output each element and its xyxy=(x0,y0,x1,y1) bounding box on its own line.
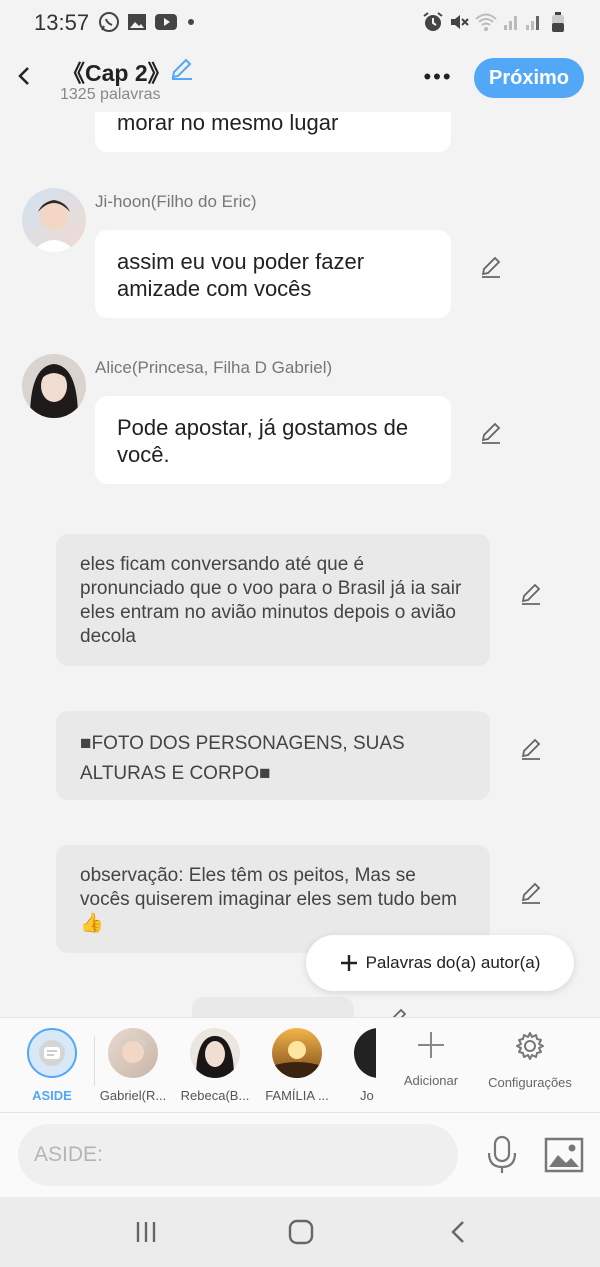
message-text: assim eu vou poder fazer amizade com voc… xyxy=(117,249,365,301)
message-input[interactable] xyxy=(18,1124,458,1186)
next-button[interactable]: Próximo xyxy=(474,58,584,98)
system-nav-bar xyxy=(0,1197,600,1267)
narration-text: eles ficam conversando até que é pronunc… xyxy=(80,554,462,647)
avatar xyxy=(190,1028,240,1078)
pencil-icon xyxy=(521,738,541,760)
status-bar: 13:57 xyxy=(0,0,600,44)
edit-message-button[interactable] xyxy=(478,253,504,279)
message-bubble[interactable]: morar no mesmo lugar xyxy=(95,112,451,152)
pencil-icon xyxy=(521,882,541,904)
chat-area[interactable]: morar no mesmo lugar Ji-hoon(Filho do Er… xyxy=(0,112,600,1017)
narration-block[interactable]: eles ficam conversando até que é pronunc… xyxy=(56,534,490,666)
plus-icon xyxy=(418,1032,444,1058)
avatar xyxy=(108,1028,158,1078)
microphone-icon xyxy=(487,1135,517,1173)
input-bar xyxy=(0,1113,600,1197)
word-count: 1325 palavras xyxy=(60,86,161,103)
avatar xyxy=(354,1028,376,1078)
narration-text: ■FOTO DOS PERSONAGENS, SUAS ALTURAS E CO… xyxy=(80,733,405,784)
message-text: morar no mesmo lugar xyxy=(117,112,339,135)
narration-block[interactable]: ■FOTO DOS PERSONAGENS, SUAS ALTURAS E CO… xyxy=(56,711,490,800)
add-character-button[interactable]: Adicionar xyxy=(396,1030,466,1088)
narration-block[interactable] xyxy=(192,997,354,1017)
microphone-button[interactable] xyxy=(484,1135,520,1175)
aside-icon xyxy=(39,1040,65,1066)
author-words-label: Palavras do(a) autor(a) xyxy=(365,953,541,972)
alarm-icon xyxy=(422,11,444,33)
pencil-icon xyxy=(392,1008,407,1017)
speaker-name: Ji-hoon(Filho do Eric) xyxy=(95,192,257,211)
mute-icon xyxy=(448,11,470,33)
signal-2-icon xyxy=(523,11,543,33)
home-button[interactable] xyxy=(281,1217,321,1247)
chevron-left-icon xyxy=(18,67,29,85)
gallery-icon xyxy=(127,11,147,33)
battery-icon xyxy=(550,11,566,33)
recent-apps-icon xyxy=(136,1222,156,1242)
message-bubble[interactable]: assim eu vou poder fazer amizade com voc… xyxy=(95,230,451,318)
message-bubble[interactable]: Pode apostar, já gostamos de você. xyxy=(95,396,451,484)
edit-narration-button[interactable] xyxy=(518,580,544,606)
character-bar: ASIDE Gabriel(R... Rebeca(B... FAMÍLIA .… xyxy=(0,1017,600,1113)
speaker-name: Alice(Princesa, Filha D Gabriel) xyxy=(95,358,333,377)
home-icon xyxy=(288,1219,314,1245)
avatar-ji-hoon[interactable] xyxy=(22,188,86,252)
edit-narration-button[interactable] xyxy=(518,879,544,905)
character-label: Gabriel(R... xyxy=(99,1088,167,1103)
message-text: Pode apostar, já gostamos de você. xyxy=(117,415,409,467)
avatar xyxy=(272,1028,322,1078)
character-jo[interactable]: Jo xyxy=(338,1028,376,1103)
gear-icon xyxy=(516,1032,544,1060)
character-rebeca[interactable]: Rebeca(B... xyxy=(175,1028,255,1103)
notification-dot-icon xyxy=(186,11,196,33)
chapter-title[interactable]: 《Cap 2》 xyxy=(62,54,171,88)
recent-apps-button[interactable] xyxy=(126,1217,166,1247)
wifi-icon xyxy=(474,11,498,33)
more-options-button[interactable]: ••• xyxy=(420,62,456,92)
character-label: Rebeca(B... xyxy=(180,1088,250,1103)
status-time: 13:57 xyxy=(34,10,90,35)
image-button[interactable] xyxy=(544,1137,584,1173)
system-back-button[interactable] xyxy=(438,1217,478,1247)
signal-1-icon xyxy=(501,11,521,33)
settings-button[interactable]: Configurações xyxy=(480,1030,580,1090)
author-words-button[interactable]: Palavras do(a) autor(a) xyxy=(306,935,574,991)
edit-narration-button[interactable] xyxy=(384,1005,410,1017)
character-familia[interactable]: FAMÍLIA ... xyxy=(257,1028,337,1103)
aside-avatar xyxy=(27,1028,77,1078)
character-label: Jo xyxy=(360,1088,374,1103)
character-label: FAMÍLIA ... xyxy=(265,1088,329,1103)
whatsapp-icon xyxy=(98,11,120,33)
pencil-icon xyxy=(171,58,192,80)
add-label: Adicionar xyxy=(403,1073,459,1088)
image-icon xyxy=(544,1137,584,1173)
settings-label: Configurações xyxy=(488,1075,572,1090)
top-bar: 《Cap 2》 1325 palavras ••• Próximo xyxy=(0,44,600,112)
back-icon xyxy=(451,1221,464,1243)
back-button[interactable] xyxy=(10,58,38,94)
avatar-alice[interactable] xyxy=(22,354,86,418)
edit-narration-button[interactable] xyxy=(518,735,544,761)
youtube-icon xyxy=(154,11,178,33)
edit-message-button[interactable] xyxy=(478,419,504,445)
character-gabriel[interactable]: Gabriel(R... xyxy=(93,1028,173,1103)
character-aside[interactable]: ASIDE xyxy=(12,1028,92,1103)
character-label: ASIDE xyxy=(32,1088,72,1103)
pencil-icon xyxy=(481,256,501,278)
pencil-icon xyxy=(481,422,501,444)
pencil-icon xyxy=(521,583,541,605)
edit-title-button[interactable] xyxy=(168,54,196,82)
narration-text: observação: Eles têm os peitos, Mas se v… xyxy=(80,865,458,934)
plus-icon xyxy=(340,955,357,971)
